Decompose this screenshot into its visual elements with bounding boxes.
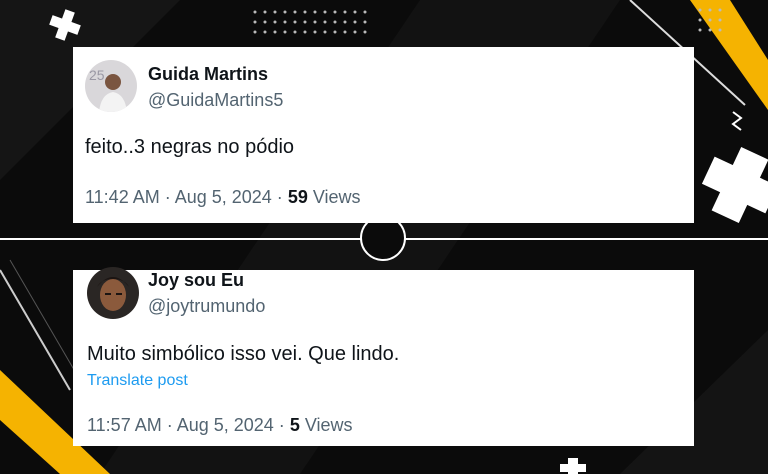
views-count: 59 <box>287 187 308 207</box>
avatar[interactable] <box>87 267 139 319</box>
post-text: feito..3 negras no pódio <box>85 136 295 158</box>
views-count: 5 <box>289 415 300 435</box>
display-name[interactable]: Guida Martins <box>148 64 268 85</box>
profile-photo-icon: 25 <box>85 60 137 112</box>
post-card[interactable]: 25 Guida Martins @GuidaMartins5 feito..3… <box>73 47 694 223</box>
views-label: Views <box>307 187 361 207</box>
post-timestamp[interactable]: 11:42 AM · Aug 5, 2024 · <box>85 187 288 207</box>
post-meta: 11:42 AM · Aug 5, 2024 · 59 Views <box>85 187 361 208</box>
post-text: Muito simbólico isso vei. Que lindo. <box>87 343 400 365</box>
translate-post-link[interactable]: Translate post <box>87 372 188 390</box>
display-name[interactable]: Joy sou Eu <box>148 270 244 291</box>
user-handle[interactable]: @joytrumundo <box>148 296 265 317</box>
svg-text:25: 25 <box>89 67 105 83</box>
avatar[interactable]: 25 <box>85 60 137 112</box>
post-timestamp[interactable]: 11:57 AM · Aug 5, 2024 · <box>87 415 290 435</box>
post-card[interactable]: Joy sou Eu @joytrumundo Muito simbólico … <box>73 267 694 446</box>
user-handle[interactable]: @GuidaMartins5 <box>148 90 283 111</box>
profile-photo-icon <box>87 267 139 319</box>
post-meta: 11:57 AM · Aug 5, 2024 · 5 Views <box>87 415 353 436</box>
views-label: Views <box>299 415 353 435</box>
